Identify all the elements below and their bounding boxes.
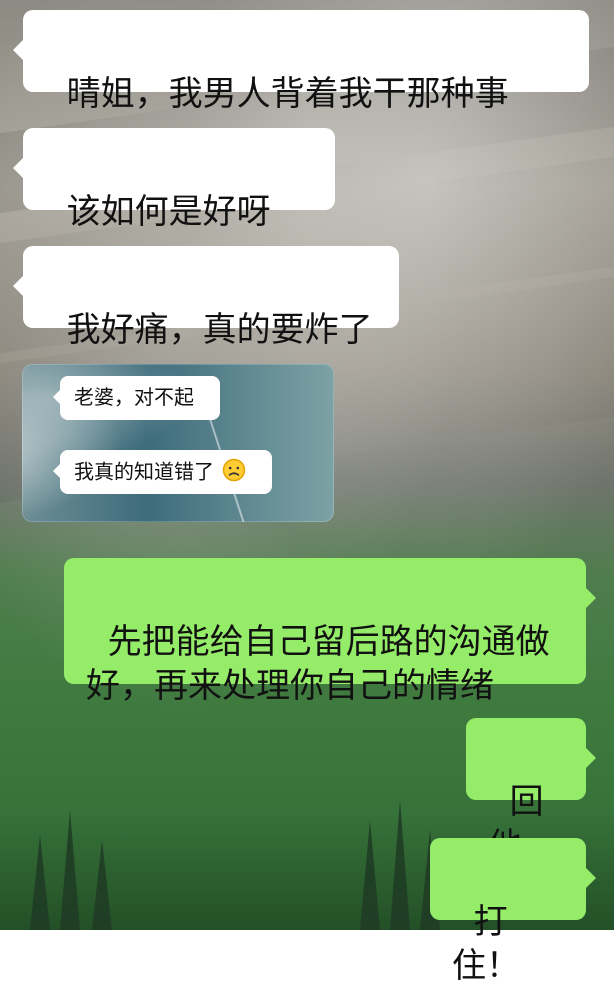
screenshot-bubble-2: 我真的知道错了: [53, 450, 272, 494]
tree-icon: [360, 820, 380, 930]
chat-message-right-3[interactable]: 打住！: [430, 838, 596, 986]
sad-face-emoji: [222, 458, 246, 488]
screenshot-text: 我真的知道错了: [74, 459, 214, 484]
message-text: 该如何是好呀: [66, 192, 271, 232]
message-text: 晴姐，我男人背着我干那种事: [66, 74, 509, 114]
message-text: 先把能给自己留后路的沟通做 好，再来处理你自己的情绪: [86, 622, 550, 706]
tree-icon: [390, 800, 410, 930]
chat-message-right-1[interactable]: 先把能给自己留后路的沟通做 好，再来处理你自己的情绪: [64, 558, 596, 706]
tree-icon: [60, 810, 80, 930]
tree-icon: [30, 835, 50, 930]
chat-message-left-3[interactable]: 我好痛，真的要炸了: [13, 246, 399, 350]
chat-image-message[interactable]: 老婆，对不起 我真的知道错了: [22, 364, 334, 522]
tree-icon: [92, 840, 112, 930]
chat-message-left-2[interactable]: 该如何是好呀: [13, 128, 335, 317]
screenshot-bubble-1: 老婆，对不起: [53, 376, 220, 420]
screenshot-text: 老婆，对不起: [74, 385, 194, 409]
chat-message-left-1[interactable]: 晴姐，我男人背着我干那种事: [13, 10, 589, 197]
message-text: 我好痛，真的要炸了: [66, 310, 373, 350]
chat-message-right-2[interactable]: 回他: [466, 718, 596, 866]
message-text: 打住！: [452, 902, 520, 986]
